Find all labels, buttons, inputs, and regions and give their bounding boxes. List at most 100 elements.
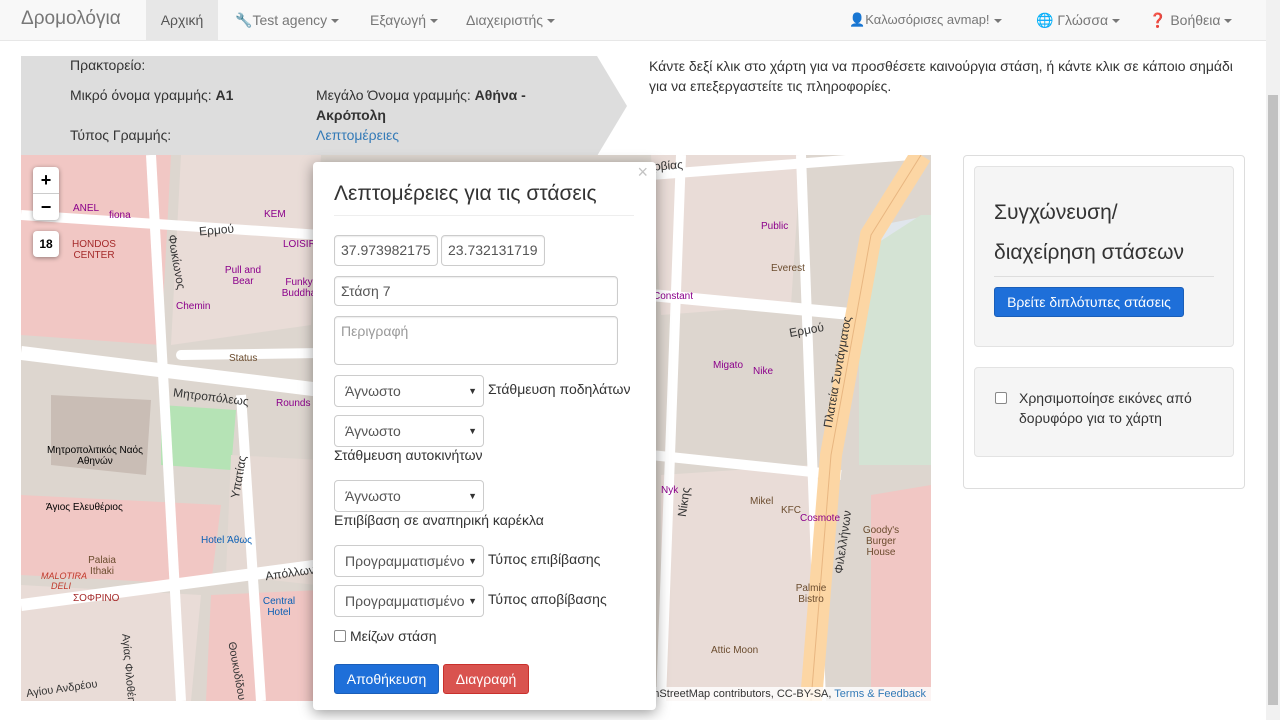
find-duplicates-button[interactable]: Βρείτε διπλότυπες στάσεις: [994, 287, 1184, 317]
poi-nyk: Nyk: [661, 485, 679, 496]
dropoff-type-value: Προγραμματισμένο: [345, 593, 465, 609]
nav-language-label: Γλώσσα: [1057, 12, 1109, 28]
zoom-out-button[interactable]: −: [33, 193, 59, 219]
wrench-icon: 🔧: [235, 12, 253, 28]
short-name: Μικρό όνομα γραμμής: A1: [70, 85, 233, 105]
poi-hondos: HONDOS CENTER: [72, 239, 116, 261]
poi-kem: KEM: [264, 209, 286, 220]
route-info-arrow: [597, 56, 627, 156]
page-scrollbar[interactable]: [1266, 0, 1280, 720]
nav-language-dropdown[interactable]: 🌐 Γλώσσα: [1036, 0, 1121, 40]
short-name-value: A1: [215, 87, 234, 103]
brand-link[interactable]: Δρομολόγια: [21, 8, 121, 30]
poi-chemin: Chemin: [176, 301, 211, 312]
poi-palmie: Palmie Bistro: [795, 583, 827, 605]
poi-palaia: Palaia Ithaki: [88, 555, 116, 577]
poi-attic-moon: Attic Moon: [711, 645, 759, 656]
poi-central-hotel: Central Hotel: [262, 596, 296, 618]
pickup-type-label: Τύπος επιβίβασης: [488, 551, 601, 567]
zoom-control: + −: [33, 167, 59, 220]
chevron-down-icon: ▼: [468, 491, 477, 501]
car-parking-value: Άγνωστο: [345, 423, 401, 439]
map-hint-line2: για να επεξεργαστείτε τις πληροφορίες.: [649, 78, 892, 94]
poi-status: Status: [229, 353, 258, 364]
map-attribution: © OpenStreetMap contributors, CC-BY-SA, …: [616, 687, 931, 701]
latitude-field[interactable]: 37.973982175: [334, 235, 438, 266]
long-name-value-1: Αθήνα -: [474, 87, 526, 103]
poi-fiona: fiona: [109, 210, 131, 221]
poi-cathedral: Μητροπολιτικός Ναός Αθηνών: [47, 445, 143, 467]
side-panel: Συγχώνευση/διαχείρηση στάσεων Βρείτε διπ…: [963, 155, 1245, 489]
description-field[interactable]: Περιγραφή: [334, 316, 618, 365]
chevron-down-icon: ▼: [468, 556, 477, 566]
satellite-label: Χρησιμοποίησε εικόνες από δορυφόρο για τ…: [1019, 390, 1192, 426]
dropoff-type-select[interactable]: Προγραμματισμένο ▼: [334, 585, 484, 617]
major-stop-checkbox[interactable]: [334, 630, 346, 642]
wheelchair-select[interactable]: Άγνωστο ▼: [334, 480, 484, 512]
question-icon: ❓: [1149, 12, 1167, 28]
pickup-type-value: Προγραμματισμένο: [345, 553, 465, 569]
nav-agency-label: Test agency: [252, 12, 328, 28]
stop-details-popup: × Λεπτομέρειες για τις στάσεις 37.973982…: [313, 162, 656, 710]
globe-icon: 🌐: [1036, 12, 1054, 28]
satellite-well: Χρησιμοποίησε εικόνες από δορυφόρο για τ…: [974, 367, 1234, 457]
bike-parking-select[interactable]: Άγνωστο ▼: [334, 375, 484, 407]
scrollbar-thumb[interactable]: [1268, 95, 1278, 705]
nav-help-dropdown[interactable]: ❓ Βοήθεια: [1149, 0, 1233, 40]
nav-admin-label: Διαχειριστής: [466, 12, 544, 28]
bike-parking-label: Στάθμευση ποδηλάτων: [488, 381, 631, 397]
merge-stops-title: Συγχώνευση/διαχείρηση στάσεων: [994, 193, 1214, 273]
top-navbar: Δρομολόγια Αρχική 🔧Test agency Εξαγωγή Δ…: [0, 0, 1266, 41]
merge-stops-divider: [994, 276, 1214, 277]
chevron-down-icon: ▼: [468, 596, 477, 606]
save-button[interactable]: Αποθήκευση: [334, 664, 439, 694]
longitude-field[interactable]: 23.732131719: [441, 235, 545, 266]
poi-loisir: LOISIR: [283, 239, 316, 250]
bike-parking-value: Άγνωστο: [345, 383, 401, 399]
chevron-down-icon: [547, 19, 556, 24]
dropoff-type-label: Τύπος αποβίβασης: [488, 591, 607, 607]
popup-title: Λεπτομέρειες για τις στάσεις: [334, 182, 597, 205]
delete-button[interactable]: Διαγραφή: [443, 664, 529, 694]
nav-home[interactable]: Αρχική: [146, 0, 218, 40]
poi-goodys: Goody's Burger House: [862, 525, 900, 558]
chevron-down-icon: ▼: [468, 426, 477, 436]
nav-admin-dropdown[interactable]: Διαχειριστής: [466, 0, 556, 40]
nav-user-dropdown[interactable]: 👤Καλωσόρισες avmap!: [849, 0, 1002, 40]
popup-divider: [334, 215, 634, 216]
nav-export-label: Εξαγωγή: [370, 12, 427, 28]
satellite-checkbox[interactable]: [995, 392, 1007, 404]
long-name-label: Μεγάλο Όνομα γραμμής:: [316, 87, 471, 103]
long-name-cont: Ακρόπολη: [316, 105, 386, 125]
poi-malotira: MALOTIRA DELI: [41, 571, 88, 591]
map-hint-line1: Κάντε δεξί κλικ στο χάρτη για να προσθέσ…: [649, 58, 1233, 74]
poi-everest: Everest: [771, 263, 805, 274]
nav-agency-dropdown[interactable]: 🔧Test agency: [235, 0, 340, 40]
details-link[interactable]: Λεπτομέρειες: [316, 125, 399, 145]
stop-name-field[interactable]: Στάση 7: [334, 276, 618, 306]
merge-stops-well: Συγχώνευση/διαχείρηση στάσεων Βρείτε διπ…: [974, 166, 1234, 347]
wheelchair-label: Επιβίβαση σε αναπηρική καρέκλα: [334, 512, 544, 528]
poi-ag-eleftherios: Άγιος Ελευθέριος: [46, 502, 123, 513]
poi-cosmote: Cosmote: [800, 513, 841, 524]
close-icon[interactable]: ×: [637, 162, 648, 183]
terms-feedback-link[interactable]: Terms & Feedback: [834, 688, 926, 700]
map-hint: Κάντε δεξί κλικ στο χάρτη για να προσθέσ…: [649, 56, 1244, 96]
poi-sofrino: ΣΟΦΡΙΝΟ: [73, 593, 120, 604]
long-name: Μεγάλο Όνομα γραμμής: Αθήνα -: [316, 85, 526, 105]
car-parking-select[interactable]: Άγνωστο ▼: [334, 415, 484, 447]
nav-help-label: Βοήθεια: [1170, 12, 1221, 28]
chevron-down-icon: [430, 19, 439, 24]
chevron-down-icon: [993, 18, 1002, 23]
major-stop-label: Μείζων στάση: [350, 628, 437, 644]
poi-anel: ANEL: [73, 203, 100, 214]
nav-export-dropdown[interactable]: Εξαγωγή: [370, 0, 439, 40]
merge-stops-title-2: διαχείρηση στάσεων: [994, 241, 1184, 264]
chevron-down-icon: [1224, 19, 1233, 24]
poi-rounds: Rounds: [276, 398, 311, 409]
long-name-value-2: Ακρόπολη: [316, 107, 386, 123]
nav-user-label: Καλωσόρισες avmap!: [865, 12, 990, 27]
pickup-type-select[interactable]: Προγραμματισμένο ▼: [334, 545, 484, 577]
zoom-in-button[interactable]: +: [33, 167, 59, 193]
chevron-down-icon: [331, 19, 340, 24]
